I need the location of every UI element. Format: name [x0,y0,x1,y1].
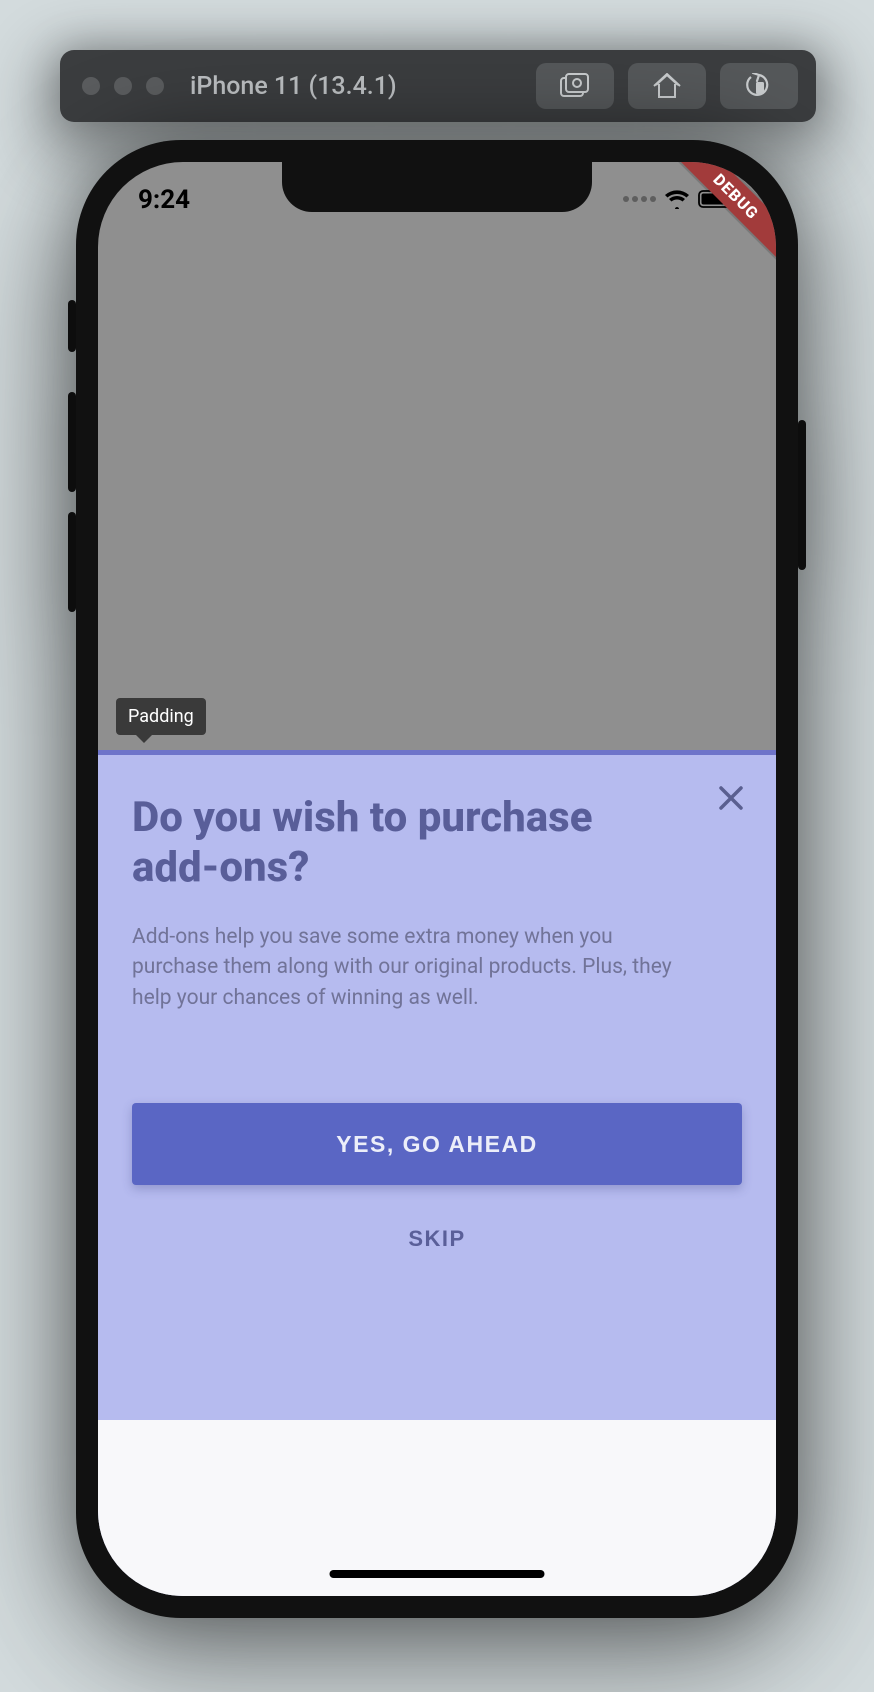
window-zoom-dot[interactable] [146,77,164,95]
bottom-sheet: Do you wish to purchase add-ons? Add-ons… [98,750,776,1596]
dialog-body: Add-ons help you save some extra money w… [132,922,702,1013]
toolbar-button-group [536,63,798,109]
window-title: iPhone 11 (13.4.1) [190,72,536,101]
rotate-button[interactable] [720,63,798,109]
simulator-titlebar: iPhone 11 (13.4.1) [60,50,816,122]
phone-power-button [798,420,806,570]
phone-screen: 9:24 [98,162,776,1596]
phone-volume-down [68,512,76,612]
phone-notch [282,162,592,212]
screenshot-button[interactable] [536,63,614,109]
close-button[interactable] [716,783,746,817]
inspector-tooltip: Padding [116,698,206,735]
phone-volume-up [68,392,76,492]
cellular-signal-icon [623,196,656,202]
dialog-title: Do you wish to purchase add-ons? [132,793,652,894]
home-button[interactable] [628,63,706,109]
rotate-icon [745,73,773,99]
primary-button[interactable]: YES, GO AHEAD [132,1103,742,1185]
home-indicator[interactable] [330,1570,545,1578]
window-close-dot[interactable] [82,77,100,95]
screenshot-icon [560,73,590,99]
status-time: 9:24 [138,185,190,215]
window-traffic-lights[interactable] [82,77,164,95]
wifi-icon [664,189,690,209]
skip-button[interactable]: SKIP [132,1213,742,1265]
window-minimize-dot[interactable] [114,77,132,95]
close-icon [716,783,746,813]
home-icon [652,73,682,99]
phone-silent-switch [68,300,76,352]
phone-frame: 9:24 [76,140,798,1618]
